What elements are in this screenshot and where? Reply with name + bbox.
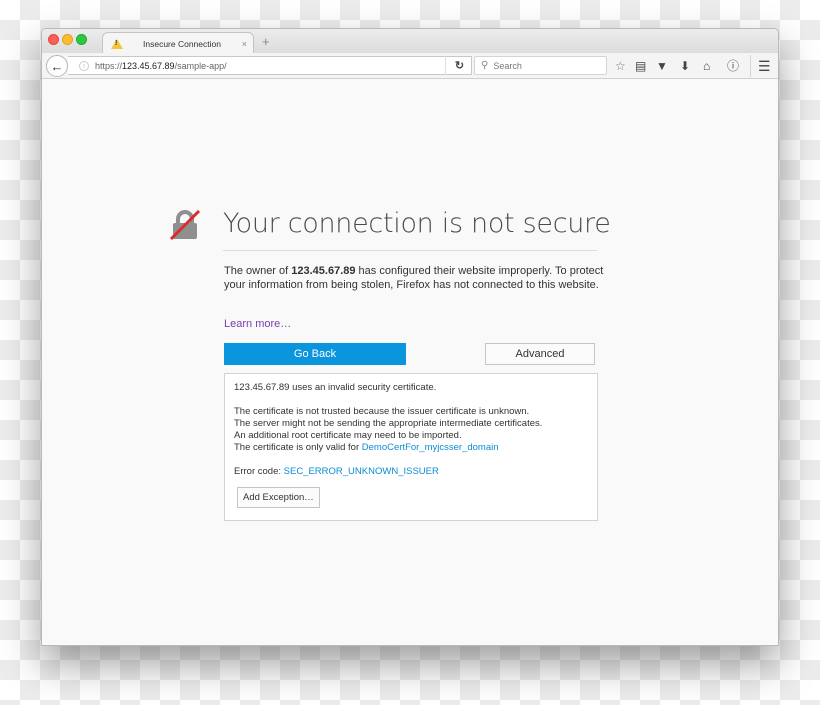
reload-icon: ↻ bbox=[454, 60, 465, 72]
desc-prefix: The owner of bbox=[224, 265, 292, 277]
advanced-panel: 123.45.67.89 uses an invalid security ce… bbox=[224, 373, 598, 521]
desc-host: 123.45.67.89 bbox=[291, 265, 356, 277]
pocket-icon[interactable]: ▼ bbox=[656, 58, 668, 74]
search-placeholder: Search bbox=[493, 60, 522, 71]
new-tab-button[interactable]: + bbox=[262, 34, 270, 49]
browser-window: ! Insecure Connection × + ← i https://12… bbox=[41, 28, 779, 646]
panel-summary: 123.45.67.89 uses an invalid security ce… bbox=[234, 382, 437, 393]
search-icon: ⚲ bbox=[481, 60, 489, 71]
url-path: /sample-app/ bbox=[174, 60, 227, 71]
url-host: 123.45.67.89 bbox=[122, 60, 175, 71]
add-exception-button[interactable]: Add Exception… bbox=[237, 487, 320, 508]
url-bar[interactable]: i https://123.45.67.89/sample-app/ bbox=[68, 56, 472, 75]
back-button[interactable]: ← bbox=[46, 55, 68, 77]
search-input[interactable]: ⚲ Search bbox=[474, 56, 607, 75]
zoom-window-button[interactable] bbox=[76, 34, 87, 45]
error-code-line: Error code: SEC_ERROR_UNKNOWN_ISSUER bbox=[234, 466, 588, 478]
toolbar-separator bbox=[750, 55, 751, 77]
site-info-icon[interactable]: i bbox=[79, 60, 89, 71]
error-description: The owner of 123.45.67.89 has configured… bbox=[224, 265, 604, 292]
tab-insecure-connection[interactable]: ! Insecure Connection × bbox=[102, 32, 254, 54]
download-icon[interactable]: ⬇ bbox=[680, 58, 690, 74]
menu-icon[interactable]: ☰ bbox=[758, 58, 771, 74]
broken-lock-icon bbox=[169, 210, 201, 240]
title-divider bbox=[223, 250, 597, 251]
warning-icon: ! bbox=[111, 38, 123, 49]
info-icon[interactable]: ⓘ bbox=[727, 58, 739, 74]
panel-detail-2: The server might not be sending the appr… bbox=[234, 418, 543, 429]
back-arrow-icon: ← bbox=[50, 58, 64, 74]
panel-detail-3: An additional root certificate may need … bbox=[234, 430, 462, 441]
tab-close-icon[interactable]: × bbox=[242, 39, 247, 49]
url-scheme: https:// bbox=[95, 60, 123, 71]
reload-button[interactable]: ↻ bbox=[445, 56, 473, 75]
error-code-link[interactable]: SEC_ERROR_UNKNOWN_ISSUER bbox=[284, 466, 439, 477]
cert-domain-link[interactable]: DemoCertFor_myjcsser_domain bbox=[362, 442, 499, 453]
page-content: Your connection is not secure The owner … bbox=[42, 80, 778, 645]
tab-title: Insecure Connection bbox=[143, 38, 221, 49]
go-back-button[interactable]: Go Back bbox=[224, 343, 406, 365]
nav-bar: ← i https://123.45.67.89/sample-app/ ↻ ⚲… bbox=[42, 53, 778, 79]
page-title: Your connection is not secure bbox=[223, 208, 611, 239]
advanced-button[interactable]: Advanced bbox=[485, 343, 595, 365]
panel-detail-4: The certificate is only valid for DemoCe… bbox=[234, 442, 588, 454]
minimize-window-button[interactable] bbox=[62, 34, 73, 45]
reading-list-icon[interactable]: ▤ bbox=[635, 58, 646, 74]
star-icon[interactable]: ☆ bbox=[615, 58, 626, 74]
title-bar: ! Insecure Connection × + bbox=[42, 29, 778, 54]
panel-detail-1: The certificate is not trusted because t… bbox=[234, 406, 530, 417]
learn-more-link[interactable]: Learn more… bbox=[224, 318, 291, 330]
home-icon[interactable]: ⌂ bbox=[703, 58, 710, 74]
error-code-label: Error code: bbox=[234, 466, 284, 477]
close-window-button[interactable] bbox=[48, 34, 59, 45]
valid-for-label: The certificate is only valid for bbox=[234, 442, 362, 453]
